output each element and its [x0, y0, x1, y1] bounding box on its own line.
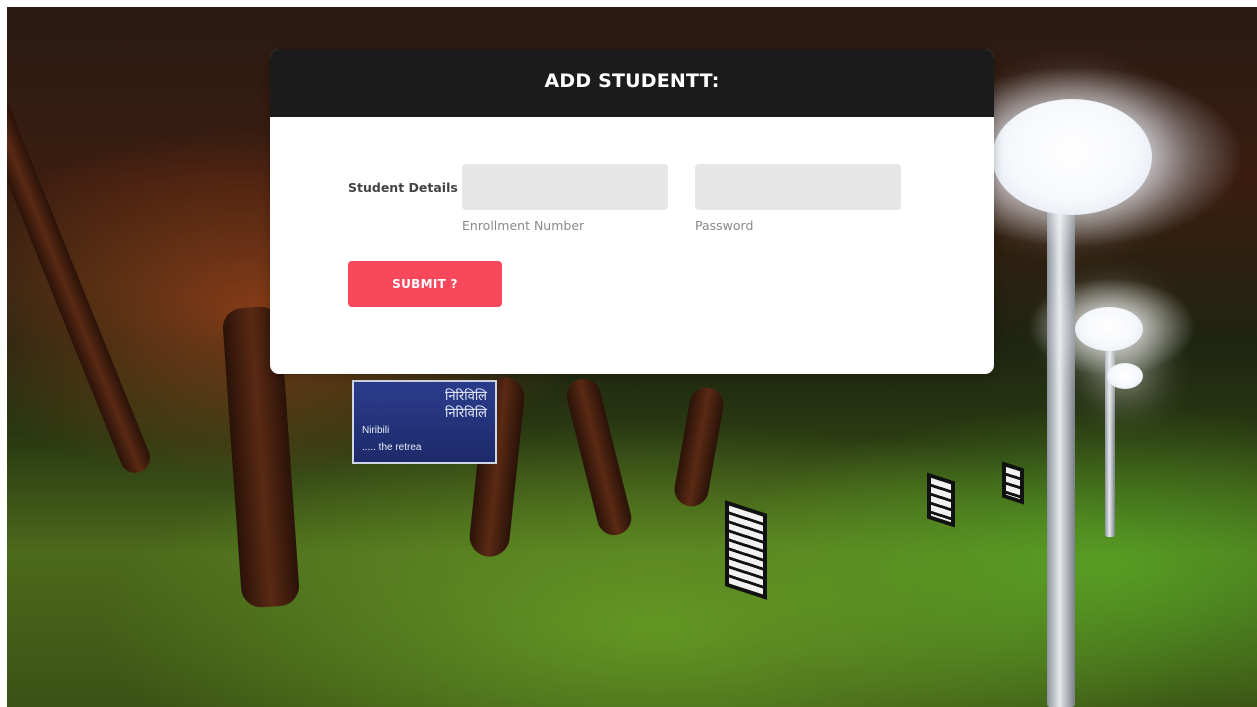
- lamp-globe: [992, 99, 1152, 215]
- enrollment-number-input[interactable]: [462, 164, 668, 210]
- tree-trunk: [7, 76, 155, 478]
- signboard-line: Niribili: [362, 425, 390, 436]
- tree-trunk: [563, 375, 635, 539]
- password-hint: Password: [695, 218, 754, 233]
- signboard-line: ..... the retrea: [362, 442, 422, 453]
- lamp-pole: [1047, 207, 1075, 707]
- add-student-card: ADD STUDENTT: Student Details Enrollment…: [270, 49, 994, 374]
- card-title: ADD STUDENTT:: [544, 70, 720, 92]
- lamp-globe: [1075, 307, 1143, 351]
- park-signboard: निरिविलि निरिविलि Niribili ..... the ret…: [352, 380, 497, 464]
- student-details-row: Student Details Enrollment Number Passwo…: [348, 164, 994, 244]
- submit-button[interactable]: SUBMIT ?: [348, 261, 502, 307]
- tree-trunk: [671, 384, 727, 510]
- student-details-label: Student Details: [348, 180, 458, 195]
- park-bench: [1002, 461, 1024, 505]
- enrollment-field-group: Enrollment Number: [462, 164, 668, 233]
- card-header: ADD STUDENTT:: [270, 49, 994, 117]
- park-bench: [725, 500, 767, 600]
- park-bench: [927, 472, 955, 528]
- signboard-line: निरिविलि: [444, 389, 487, 404]
- signboard-line: निरिविलि: [444, 406, 487, 421]
- enrollment-number-hint: Enrollment Number: [462, 218, 585, 233]
- lamp-globe: [1107, 363, 1143, 389]
- password-field-group: Password: [695, 164, 901, 233]
- password-input[interactable]: [695, 164, 901, 210]
